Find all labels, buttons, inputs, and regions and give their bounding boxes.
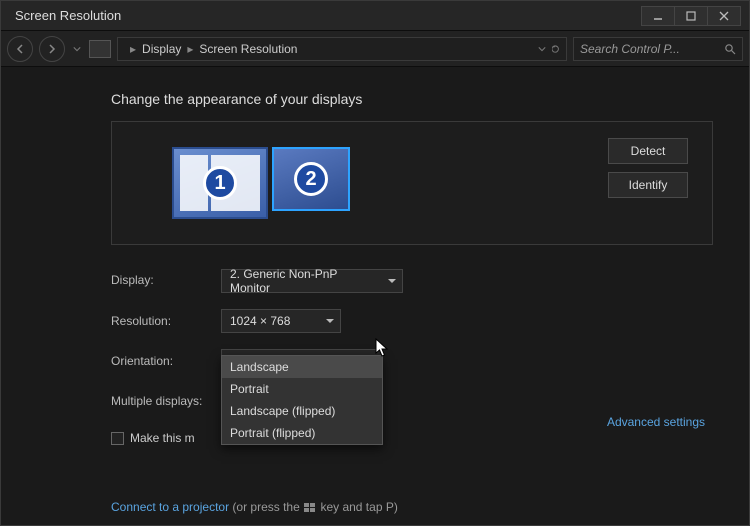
navbar: ▸ Display ▸ Screen Resolution Search Con… <box>1 31 749 67</box>
resolution-select[interactable]: 1024 × 768 <box>221 309 341 333</box>
content-area: Change the appearance of your displays 1… <box>1 67 749 526</box>
window-title: Screen Resolution <box>9 8 642 23</box>
forward-button[interactable] <box>39 36 65 62</box>
minimize-button[interactable] <box>641 6 675 26</box>
mouse-cursor-icon <box>375 338 391 363</box>
page-heading: Change the appearance of your displays <box>111 91 713 107</box>
display-preview: 1 2 Detect Identify <box>111 121 713 245</box>
window-buttons <box>642 6 741 26</box>
maximize-button[interactable] <box>674 6 708 26</box>
settings-form: Display: 2. Generic Non-PnP Monitor Reso… <box>111 267 713 413</box>
main-display-label: Make this m <box>130 431 195 445</box>
location-icon <box>89 40 111 58</box>
orientation-dropdown: Landscape Portrait Landscape (flipped) P… <box>221 355 383 445</box>
monitor-1[interactable]: 1 <box>172 147 268 219</box>
breadcrumb-display[interactable]: Display <box>142 42 181 56</box>
history-chevron-icon[interactable] <box>71 36 83 62</box>
advanced-settings-link[interactable]: Advanced settings <box>607 415 705 429</box>
monitor-1-badge: 1 <box>203 166 237 200</box>
chevron-down-icon <box>326 319 334 323</box>
detect-button[interactable]: Detect <box>608 138 688 164</box>
help-links: Connect to a projector (or press the key… <box>111 495 713 526</box>
monitor-2-badge: 2 <box>294 162 328 196</box>
display-select[interactable]: 2. Generic Non-PnP Monitor <box>221 269 403 293</box>
chevron-down-icon <box>388 279 396 283</box>
orientation-option-landscape[interactable]: Landscape <box>222 356 382 378</box>
orientation-option-portrait[interactable]: Portrait <box>222 378 382 400</box>
monitor-arrangement[interactable]: 1 2 <box>172 147 350 219</box>
identify-button[interactable]: Identify <box>608 172 688 198</box>
orientation-option-portrait-flipped[interactable]: Portrait (flipped) <box>222 422 382 444</box>
orientation-option-landscape-flipped[interactable]: Landscape (flipped) <box>222 400 382 422</box>
search-icon <box>724 43 736 55</box>
search-input[interactable]: Search Control P... <box>573 37 743 61</box>
breadcrumb-dropdown-icon[interactable] <box>538 45 560 53</box>
preview-actions: Detect Identify <box>608 138 688 198</box>
breadcrumb-screenres[interactable]: Screen Resolution <box>199 42 297 56</box>
display-label: Display: <box>111 273 221 287</box>
main-display-checkbox-row: Make this m <box>111 431 713 445</box>
titlebar: Screen Resolution <box>1 1 749 31</box>
resolution-label: Resolution: <box>111 314 221 328</box>
search-placeholder: Search Control P... <box>580 42 680 56</box>
close-button[interactable] <box>707 6 741 26</box>
windows-key-icon <box>303 502 317 514</box>
orientation-label: Orientation: <box>111 354 221 368</box>
multiple-displays-label: Multiple displays: <box>111 394 221 408</box>
main-display-checkbox[interactable] <box>111 432 124 445</box>
back-button[interactable] <box>7 36 33 62</box>
projector-link[interactable]: Connect to a projector <box>111 500 229 514</box>
screen-resolution-window: Screen Resolution ▸ Display ▸ <box>0 0 750 526</box>
breadcrumb[interactable]: ▸ Display ▸ Screen Resolution <box>117 37 567 61</box>
monitor-2[interactable]: 2 <box>272 147 350 211</box>
